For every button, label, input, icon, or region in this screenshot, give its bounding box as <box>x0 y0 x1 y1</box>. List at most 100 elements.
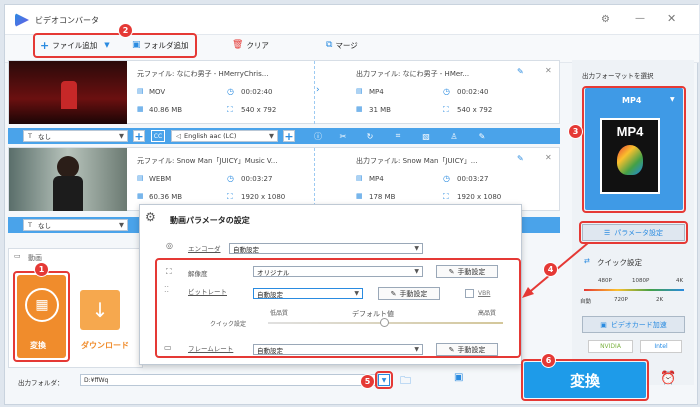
size-icon: ▦ <box>356 105 363 113</box>
source-size: 60.36 MB <box>149 193 183 201</box>
output-filename: 出力ファイル: Snow Man「JUICY」... <box>356 157 478 165</box>
settings-icon[interactable]: ⚙ <box>601 14 610 25</box>
subtitle-select[interactable]: T なし ▼ <box>23 219 128 231</box>
save-folder-icon[interactable]: ▣ <box>454 372 463 383</box>
arrow-divider <box>314 61 315 124</box>
file-row-1[interactable]: 元ファイル: なにわ男子 - HMerryChris... 出力ファイル: なに… <box>8 60 560 124</box>
gpu-accel-button[interactable]: ▣ ビデオカード加速 <box>582 316 685 333</box>
file-toolbar-1: T なし ▼ + CC ◁ English aac (LC) ▼ + ⓘ ✂ ↻ ⌗ ▧… <box>8 128 560 144</box>
title-bar: ビデオコンバータ ⚙ — ✕ <box>5 5 699 35</box>
q-480p: 480P <box>598 278 612 284</box>
merge-icon: ⧉ <box>326 40 333 50</box>
video-thumbnail-1 <box>9 61 127 124</box>
clock-icon: ◷ <box>227 174 234 183</box>
rotate-icon[interactable]: ↻ <box>365 131 375 141</box>
text-icon: T <box>28 221 32 229</box>
watermark-icon[interactable]: ♙ <box>449 131 459 141</box>
clear-button[interactable]: 🗑 クリア <box>232 38 269 52</box>
alarm-clock-icon[interactable]: ⏰ <box>660 371 676 386</box>
crop-icon[interactable]: ⌗ <box>393 131 403 141</box>
quick-slider-track[interactable] <box>584 289 684 291</box>
highlight-convert-tile <box>13 271 70 362</box>
output-duration: 00:02:40 <box>457 88 489 96</box>
q-4k: 4K <box>676 278 684 284</box>
resolution-icon: ⛶ <box>443 105 449 114</box>
output-format: MP4 <box>369 88 384 96</box>
source-resolution: 1920 x 1080 <box>241 193 286 201</box>
chevron-down-icon: ▼ <box>414 245 419 252</box>
open-folder-icon[interactable]: 🗀 <box>400 372 411 391</box>
chevron-down-icon: ▼ <box>119 132 124 140</box>
cut-icon[interactable]: ✂ <box>338 131 348 141</box>
resolution-icon: ⛶ <box>443 192 449 201</box>
highlight-convert-button <box>521 359 649 401</box>
source-filename: 元ファイル: Snow Man「JUICY」Music V... <box>137 157 278 165</box>
chevron-right-icon: › <box>316 85 320 95</box>
format-icon: ▤ <box>356 174 363 182</box>
app-logo-icon <box>15 13 29 27</box>
format-icon: ▤ <box>137 87 144 95</box>
trash-icon: 🗑 <box>232 40 244 50</box>
gear-icon: ⚙ <box>145 210 156 224</box>
output-duration: 00:03:27 <box>457 175 489 183</box>
encoder-icon: ◎ <box>166 241 173 250</box>
edit-subtitle-icon[interactable]: ✎ <box>477 131 487 141</box>
size-icon: ▦ <box>137 192 144 200</box>
step-badge-1: 1 <box>34 262 49 277</box>
source-format: MOV <box>149 88 166 96</box>
output-format: MP4 <box>369 175 384 183</box>
q-1080p: 1080P <box>632 278 650 284</box>
text-icon: T <box>28 132 32 140</box>
step-badge-2: 2 <box>118 23 133 38</box>
add-subtitle-button[interactable]: + <box>133 130 145 143</box>
source-resolution: 540 x 792 <box>241 106 277 114</box>
source-format: WEBM <box>149 175 172 183</box>
close-icon[interactable]: ✕ <box>667 12 676 25</box>
info-icon[interactable]: ⓘ <box>313 131 323 141</box>
clock-icon: ◷ <box>443 174 450 183</box>
output-resolution: 1920 x 1080 <box>457 193 502 201</box>
minimize-icon[interactable]: — <box>635 13 645 24</box>
app-title: ビデオコンバータ <box>35 16 99 25</box>
close-icon[interactable]: ✕ <box>545 153 552 162</box>
step-badge-6: 6 <box>541 353 556 368</box>
intel-badge: Intel <box>640 340 682 353</box>
output-folder-label: 出力フォルダ： <box>18 379 64 387</box>
output-folder-input[interactable]: D:¥ffWq <box>80 374 378 386</box>
source-size: 40.86 MB <box>149 106 183 114</box>
highlight-folder-dropdown <box>375 371 393 389</box>
encoder-label: エンコーダ <box>188 245 221 253</box>
speaker-icon: ◁ <box>176 132 181 140</box>
clock-icon: ◷ <box>227 87 234 96</box>
encoder-select[interactable]: 自動設定 ▼ <box>229 243 423 254</box>
chevron-down-icon: ▼ <box>269 132 274 140</box>
effect-icon[interactable]: ▧ <box>421 131 431 141</box>
q-720p: 720P <box>614 297 628 303</box>
add-audio-button[interactable]: + <box>283 130 295 143</box>
file-row-2[interactable]: 元ファイル: Snow Man「JUICY」Music V... 出力ファイル:… <box>8 147 560 211</box>
resolution-icon: ⛶ <box>227 192 233 201</box>
output-size: 31 MB <box>369 106 391 114</box>
step-badge-5: 5 <box>360 374 375 389</box>
download-mode-tile[interactable]: ↓ <box>80 290 120 330</box>
output-resolution: 540 x 792 <box>457 106 493 114</box>
chip-icon: ▣ <box>600 320 607 329</box>
chevron-down-icon: ▼ <box>119 221 124 229</box>
video-thumbnail-2 <box>9 148 127 211</box>
clock-icon: ◷ <box>443 87 450 96</box>
close-icon[interactable]: ✕ <box>545 66 552 75</box>
arrow-divider <box>314 148 315 211</box>
source-filename: 元ファイル: なにわ男子 - HMerryChris... <box>137 70 269 78</box>
step-badge-4: 4 <box>543 262 558 277</box>
dialog-title: 動画パラメータの設定 <box>170 216 250 225</box>
subtitle-select[interactable]: T なし ▼ <box>23 130 128 142</box>
highlight-params <box>155 258 521 358</box>
merge-button[interactable]: ⧉ マージ <box>326 38 358 52</box>
edit-icon[interactable]: ✎ <box>517 67 524 76</box>
cc-icon[interactable]: CC <box>151 130 165 142</box>
edit-icon[interactable]: ✎ <box>517 154 524 163</box>
audio-select[interactable]: ◁ English aac (LC) ▼ <box>171 130 278 142</box>
size-icon: ▦ <box>356 192 363 200</box>
highlight-format <box>582 86 686 213</box>
step-badge-3: 3 <box>568 124 583 139</box>
